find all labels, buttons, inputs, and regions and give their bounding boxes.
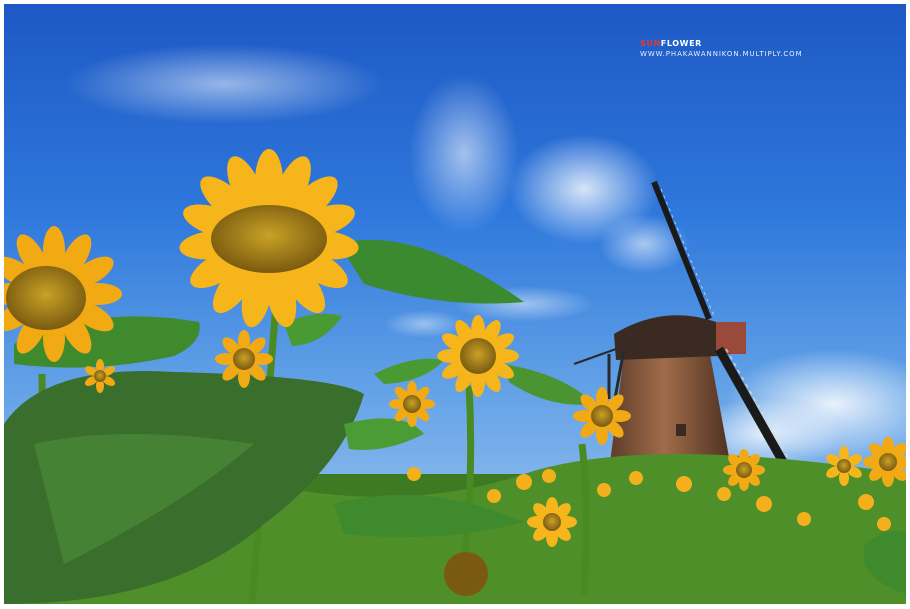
- windmill-cap: [614, 315, 719, 360]
- watermark-title-sun: SUN: [640, 39, 661, 48]
- watermark-url: WWW.PHAKAWANNIKON.MULTIPLY.COM: [640, 50, 803, 58]
- photo-watermark: SUNFLOWER WWW.PHAKAWANNIKON.MULTIPLY.COM: [640, 40, 803, 58]
- watermark-title-flower: FLOWER: [660, 39, 702, 48]
- photo-frame: SUNFLOWER WWW.PHAKAWANNIKON.MULTIPLY.COM: [0, 0, 910, 609]
- sunflower-large: [179, 149, 359, 328]
- watermark-title: SUNFLOWER: [640, 40, 803, 48]
- windmill-window: [676, 424, 686, 436]
- photo-illustration: [4, 44, 906, 604]
- sunflower-windmill-photo: SUNFLOWER WWW.PHAKAWANNIKON.MULTIPLY.COM: [4, 4, 906, 604]
